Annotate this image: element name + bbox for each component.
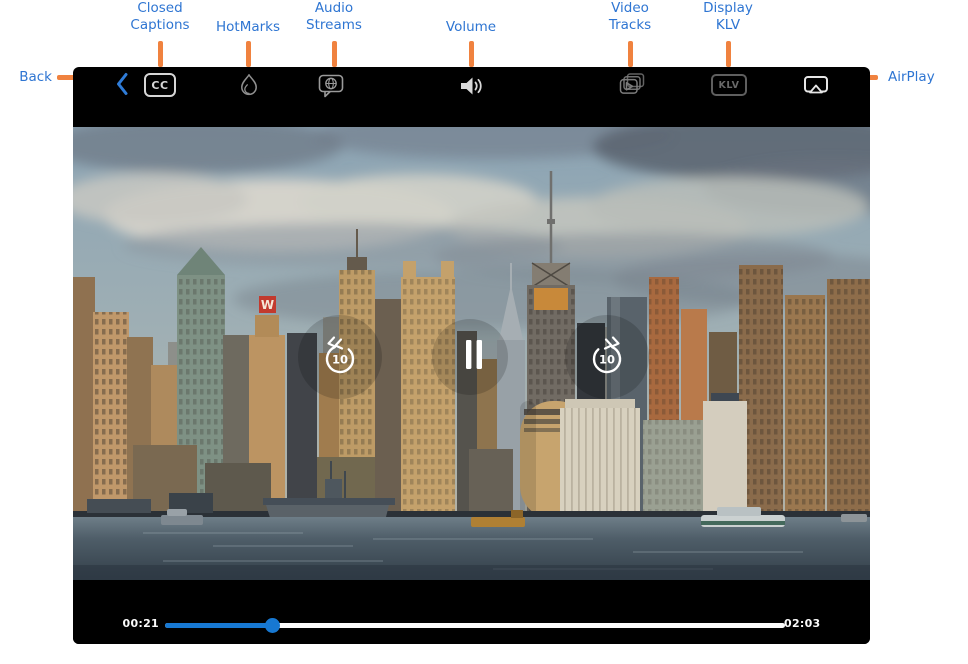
connector-video-tracks bbox=[628, 41, 633, 67]
speaker-icon bbox=[458, 74, 484, 98]
back-chevron-icon bbox=[114, 71, 130, 97]
display-klv-button[interactable]: KLV bbox=[711, 74, 747, 96]
connector-display-klv bbox=[726, 41, 731, 67]
callout-hotmarks: HotMarks bbox=[203, 19, 293, 36]
callout-volume: Volume bbox=[436, 19, 506, 36]
back-button[interactable] bbox=[114, 71, 130, 97]
callout-display-klv: Display KLV bbox=[693, 0, 763, 34]
connector-volume bbox=[469, 41, 474, 67]
skip-forward-button[interactable]: 10 bbox=[585, 335, 629, 379]
video-stack-icon bbox=[617, 72, 647, 98]
skip-forward-10-icon: 10 bbox=[585, 335, 629, 379]
building-sign-w: W bbox=[261, 298, 274, 312]
player-toolbar: CC bbox=[73, 67, 870, 127]
airplay-icon bbox=[801, 73, 831, 97]
progress-thumb[interactable] bbox=[265, 618, 280, 633]
pause-icon bbox=[452, 333, 496, 377]
airplay-button[interactable] bbox=[801, 73, 831, 97]
connector-closed-captions bbox=[158, 41, 163, 67]
video-player: CC bbox=[73, 67, 870, 644]
speech-bubble-globe-icon bbox=[317, 73, 345, 99]
progress-track[interactable] bbox=[165, 623, 785, 628]
skip-back-10-icon: 10 bbox=[318, 335, 362, 379]
klv-icon-label: KLV bbox=[719, 80, 740, 91]
video-tracks-button[interactable] bbox=[617, 72, 647, 98]
duration-time: 02:03 bbox=[784, 617, 826, 630]
skip-back-label: 10 bbox=[332, 353, 348, 367]
connector-hotmarks bbox=[246, 41, 251, 67]
skip-back-button[interactable]: 10 bbox=[318, 335, 362, 379]
screenshot-root: Closed Captions HotMarks Audio Streams V… bbox=[0, 0, 968, 664]
callout-back: Back bbox=[8, 69, 52, 86]
hotmarks-button[interactable] bbox=[237, 72, 261, 98]
callout-audio-streams: Audio Streams bbox=[299, 0, 369, 34]
skip-forward-label: 10 bbox=[599, 353, 615, 367]
elapsed-time: 00:21 bbox=[117, 617, 159, 630]
playback-bar: 00:21 02:03 bbox=[73, 580, 870, 644]
callout-airplay: AirPlay bbox=[888, 69, 963, 86]
closed-captions-button[interactable]: CC bbox=[144, 73, 176, 97]
volume-button[interactable] bbox=[458, 74, 484, 98]
video-frame[interactable]: W bbox=[73, 127, 870, 580]
cc-icon-label: CC bbox=[151, 79, 168, 92]
callout-video-tracks: Video Tracks bbox=[595, 0, 665, 34]
progress-fill bbox=[165, 623, 272, 628]
flame-icon bbox=[237, 72, 261, 98]
connector-audio-streams bbox=[332, 41, 337, 67]
audio-streams-button[interactable] bbox=[317, 73, 345, 99]
pause-button[interactable] bbox=[452, 333, 496, 377]
callout-closed-captions: Closed Captions bbox=[125, 0, 195, 34]
